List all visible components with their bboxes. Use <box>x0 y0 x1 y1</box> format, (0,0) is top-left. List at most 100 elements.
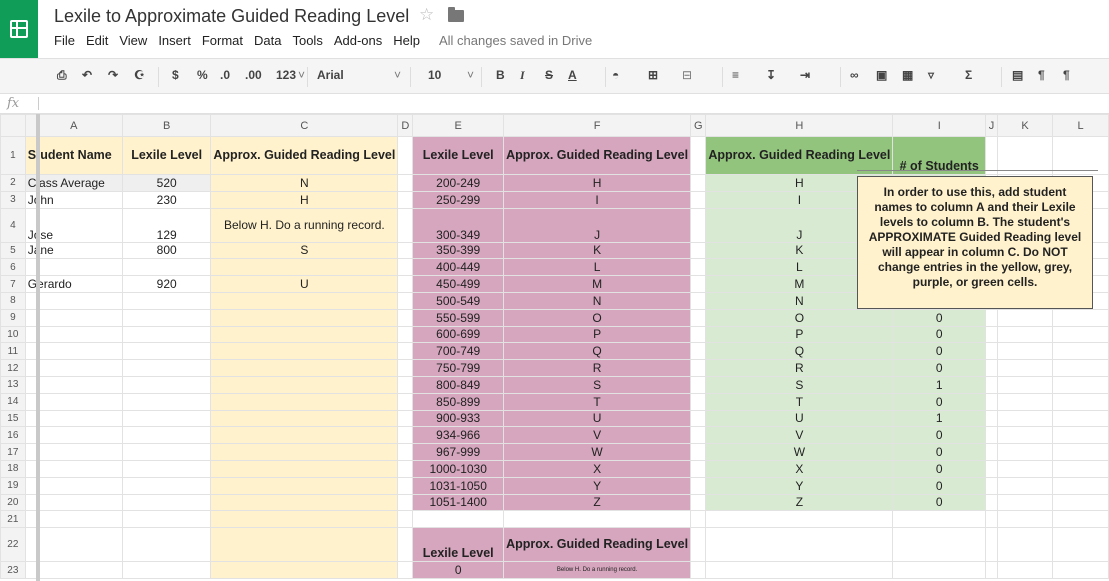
cell-f1[interactable]: Approx. Guided Reading Level <box>503 136 692 175</box>
cell-lexile-level[interactable] <box>121 459 212 478</box>
cell-range-level[interactable]: W <box>503 443 692 461</box>
cell-l[interactable] <box>1052 426 1109 445</box>
cell-student-count[interactable]: 0 <box>892 476 987 495</box>
insert-chart-icon[interactable]: ▦ <box>902 68 913 82</box>
cell-empty[interactable] <box>705 510 894 529</box>
document-title[interactable]: Lexile to Approximate Guided Reading Lev… <box>54 6 409 27</box>
cell-lexile-level[interactable] <box>121 258 212 277</box>
cell-guided-level[interactable] <box>210 359 399 377</box>
cell-lexile-range[interactable]: 700-749 <box>412 342 505 361</box>
row-header[interactable]: 23 <box>0 561 26 580</box>
menu-format[interactable]: Format <box>202 33 243 48</box>
cell-lexile-range[interactable]: 200-249 <box>412 174 505 192</box>
cell-d[interactable] <box>397 258 414 277</box>
cell-level-summary[interactable]: O <box>705 308 894 327</box>
cell-d[interactable] <box>397 459 414 478</box>
cell-range-level[interactable]: X <box>503 459 692 478</box>
rtl-paragraph-icon[interactable]: ¶ <box>1063 68 1070 82</box>
cell-lexile-range[interactable]: 550-599 <box>412 308 505 327</box>
cell-d[interactable] <box>397 443 414 461</box>
cell-j[interactable] <box>985 325 998 344</box>
cell-student-count[interactable]: 0 <box>892 426 987 445</box>
cell-g[interactable] <box>690 359 707 377</box>
row-header[interactable]: 16 <box>0 426 26 445</box>
cell-l[interactable] <box>1052 493 1109 512</box>
cell-guided-level[interactable] <box>210 561 399 580</box>
column-header-d[interactable]: D <box>397 114 414 137</box>
cell-g[interactable] <box>690 476 707 495</box>
cell-k[interactable] <box>996 476 1054 495</box>
cell-lexile-range[interactable]: 250-299 <box>412 190 505 209</box>
cell-guided-level[interactable]: H <box>210 190 399 209</box>
cell-lexile-level[interactable]: 129 <box>121 207 212 243</box>
cell-g[interactable] <box>690 190 707 209</box>
cell-lexile-level[interactable] <box>121 359 212 377</box>
cell-empty[interactable] <box>985 527 998 563</box>
cell-d[interactable] <box>397 291 414 310</box>
cell-lexile-range[interactable]: 900-933 <box>412 409 505 428</box>
cell-j[interactable] <box>985 359 998 377</box>
cell-d[interactable] <box>397 241 414 260</box>
cell-j[interactable] <box>985 426 998 445</box>
cell-lexile-range[interactable]: 850-899 <box>412 392 505 411</box>
cell-d[interactable] <box>397 190 414 209</box>
cell-l[interactable] <box>1052 392 1109 411</box>
cell-range-level[interactable]: Z <box>503 493 692 512</box>
cell-guided-level[interactable] <box>210 258 399 277</box>
vertical-align-icon[interactable]: ↧ <box>766 68 776 82</box>
menu-data[interactable]: Data <box>254 33 281 48</box>
cell-range-level[interactable]: I <box>503 190 692 209</box>
cell-student-count[interactable]: 1 <box>892 375 987 394</box>
cell-g[interactable] <box>690 392 707 411</box>
cell-g1[interactable] <box>690 136 707 175</box>
currency-format-button[interactable]: $ <box>172 68 179 82</box>
cell-k[interactable] <box>996 459 1054 478</box>
cell-d[interactable] <box>397 392 414 411</box>
cell-lookup-header-level[interactable]: Approx. Guided Reading Level <box>503 527 692 563</box>
cell-d[interactable] <box>397 359 414 377</box>
menu-tools[interactable]: Tools <box>292 33 322 48</box>
column-header-c[interactable]: C <box>210 114 399 137</box>
cell-d1[interactable] <box>397 136 414 175</box>
cell-l[interactable] <box>1052 325 1109 344</box>
cell-empty[interactable] <box>985 510 998 529</box>
cell-guided-level[interactable] <box>210 409 399 428</box>
cell-level-summary[interactable]: T <box>705 392 894 411</box>
cell-l[interactable] <box>1052 308 1109 327</box>
cell-g[interactable] <box>690 375 707 394</box>
cell-empty[interactable] <box>1052 561 1109 580</box>
cell-g[interactable] <box>690 308 707 327</box>
cell-d[interactable] <box>397 561 414 580</box>
column-header-k[interactable]: K <box>996 114 1054 137</box>
cell-guided-level[interactable]: S <box>210 241 399 260</box>
column-header-h[interactable]: H <box>705 114 894 137</box>
decrease-decimal-button[interactable]: .0 <box>220 68 230 82</box>
cell-j[interactable] <box>985 409 998 428</box>
row-header[interactable]: 10 <box>0 325 26 344</box>
cell-j[interactable] <box>985 443 998 461</box>
cell-l[interactable] <box>1052 375 1109 394</box>
cell-empty[interactable] <box>1052 527 1109 563</box>
cell-k[interactable] <box>996 493 1054 512</box>
cell-d[interactable] <box>397 476 414 495</box>
cell-empty[interactable] <box>985 561 998 580</box>
cell-lexile-level[interactable] <box>121 476 212 495</box>
row-header[interactable]: 22 <box>0 527 26 563</box>
frozen-column-divider[interactable] <box>36 114 40 581</box>
cell-lexile-level[interactable] <box>121 308 212 327</box>
cell-student-count[interactable]: 0 <box>892 459 987 478</box>
cell-empty[interactable] <box>892 527 987 563</box>
cell-level-summary[interactable]: Y <box>705 476 894 495</box>
cell-range-level[interactable]: T <box>503 392 692 411</box>
cell-g[interactable] <box>690 443 707 461</box>
cell-l[interactable] <box>1052 476 1109 495</box>
cell-student-count[interactable]: 0 <box>892 493 987 512</box>
formula-bar[interactable]: fx <box>0 94 1109 114</box>
cell-l[interactable] <box>1052 409 1109 428</box>
column-header-g[interactable]: G <box>690 114 707 137</box>
menu-edit[interactable]: Edit <box>86 33 108 48</box>
menu-add-ons[interactable]: Add-ons <box>334 33 382 48</box>
cell-student-count[interactable]: 1 <box>892 409 987 428</box>
column-header-f[interactable]: F <box>503 114 692 137</box>
cell-level-summary[interactable]: X <box>705 459 894 478</box>
